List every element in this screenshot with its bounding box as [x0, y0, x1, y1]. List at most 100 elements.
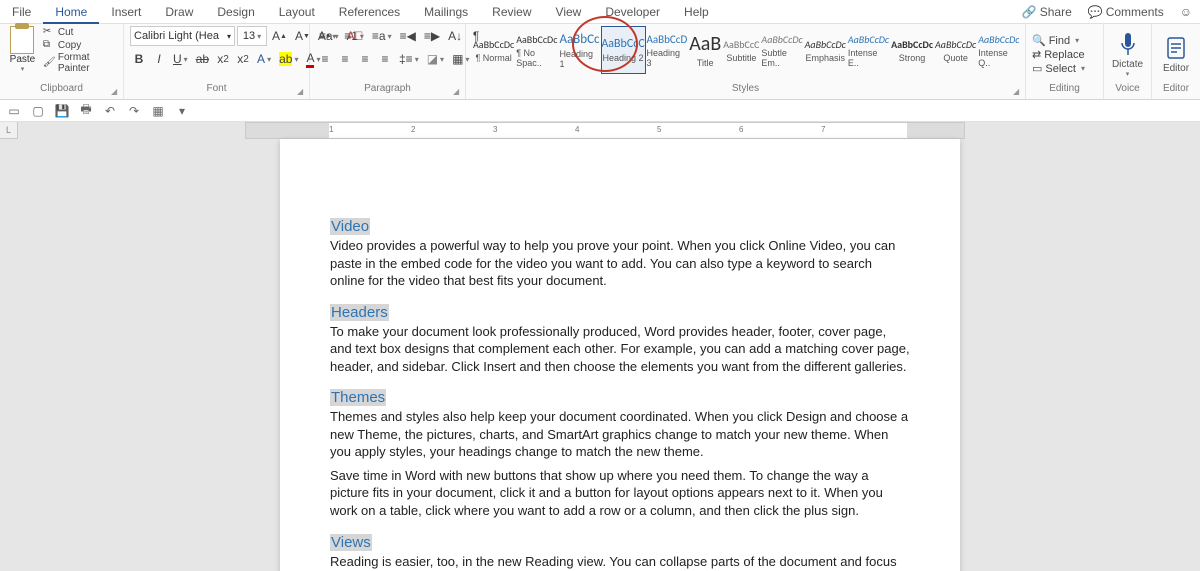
face-icon[interactable]: ☺: [1172, 5, 1200, 19]
indent-dec-button[interactable]: ≡◀: [397, 26, 419, 46]
share-button[interactable]: 🔗Share: [1014, 5, 1080, 19]
page[interactable]: Video Video provides a powerful way to he…: [280, 139, 960, 571]
group-font: Calibri Light (Hea▾ 13 A▲ A▼ Aa A⃠ B I U…: [124, 24, 310, 99]
format-painter-button[interactable]: 🖌Format Painter: [43, 52, 117, 74]
style-heading-1[interactable]: AaBbCcHeading 1: [558, 26, 600, 74]
cut-button[interactable]: ✂Cut: [43, 26, 117, 38]
qat-redo-icon[interactable]: ↷: [126, 103, 142, 119]
highlight-button[interactable]: ab: [276, 49, 301, 69]
style-heading-3[interactable]: AaBbCcDHeading 3: [646, 26, 689, 74]
style---no-spac--[interactable]: AaBbCcDc¶ No Spac..: [515, 26, 558, 74]
indent-inc-button[interactable]: ≡▶: [421, 26, 443, 46]
style-heading-2[interactable]: AaBbCcCHeading 2: [601, 26, 646, 74]
tab-developer[interactable]: Developer: [593, 0, 672, 24]
group-label: Voice: [1110, 83, 1145, 97]
group-label: Font: [130, 83, 303, 97]
font-size-combo[interactable]: 13: [237, 26, 267, 46]
align-center-button[interactable]: ≡: [336, 49, 354, 69]
group-voice: Dictate▾ Voice: [1104, 24, 1152, 99]
copy-button[interactable]: ⧉Copy: [43, 39, 117, 51]
text-effects-button[interactable]: A: [254, 49, 274, 69]
heading-themes[interactable]: Themes: [330, 389, 910, 406]
tab-home[interactable]: Home: [43, 0, 99, 24]
subscript-button[interactable]: x2: [214, 49, 232, 69]
comment-icon: 💬: [1088, 5, 1103, 19]
qat-table-icon[interactable]: ▦: [150, 103, 166, 119]
style-intense-q--[interactable]: AaBbCcDcIntense Q..: [977, 26, 1019, 74]
clipboard-launcher[interactable]: ◢: [111, 87, 121, 97]
font-launcher[interactable]: ◢: [297, 87, 307, 97]
qat-new-icon[interactable]: ▭: [6, 103, 22, 119]
tab-references[interactable]: References: [327, 0, 412, 24]
paragraph-launcher[interactable]: ◢: [453, 87, 463, 97]
body-paragraph[interactable]: Themes and styles also help keep your do…: [330, 408, 910, 461]
superscript-button[interactable]: x2: [234, 49, 252, 69]
select-button[interactable]: ▭Select: [1032, 62, 1085, 75]
justify-button[interactable]: ≡: [376, 49, 394, 69]
tab-review[interactable]: Review: [480, 0, 543, 24]
italic-button[interactable]: I: [150, 49, 168, 69]
document-canvas[interactable]: L 1234567 Video Video provides a powerful…: [0, 122, 1200, 571]
group-label: Clipboard: [6, 83, 117, 97]
shading-button[interactable]: ◪: [424, 49, 447, 69]
document-body[interactable]: Video Video provides a powerful way to he…: [330, 218, 910, 571]
tab-mailings[interactable]: Mailings: [412, 0, 480, 24]
heading-video[interactable]: Video: [330, 218, 910, 235]
tab-insert[interactable]: Insert: [99, 0, 153, 24]
bullets-button[interactable]: ≡•: [316, 26, 339, 46]
body-paragraph[interactable]: To make your document look professionall…: [330, 323, 910, 376]
ribbon: Paste ▾ ✂Cut ⧉Copy 🖌Format Painter Clipb…: [0, 24, 1200, 100]
style-emphasis[interactable]: AaBbCcDcEmphasis: [804, 26, 847, 74]
styles-launcher[interactable]: ◢: [1013, 87, 1023, 97]
style-strong[interactable]: AaBbCcDcStrong: [890, 26, 934, 74]
qat-more-icon[interactable]: ▾: [174, 103, 190, 119]
group-label: Styles: [472, 83, 1019, 97]
grow-font-button[interactable]: A▲: [269, 26, 290, 46]
align-right-button[interactable]: ≡: [356, 49, 374, 69]
body-paragraph[interactable]: Save time in Word with new buttons that …: [330, 467, 910, 520]
line-spacing-button[interactable]: ‡≡: [396, 49, 422, 69]
tab-draw[interactable]: Draw: [153, 0, 205, 24]
align-left-button[interactable]: ≡: [316, 49, 334, 69]
find-button[interactable]: 🔍Find: [1032, 34, 1085, 47]
paste-button[interactable]: Paste ▾: [6, 26, 39, 73]
tab-file[interactable]: File: [0, 0, 43, 24]
qat-undo-icon[interactable]: ↶: [102, 103, 118, 119]
qat-print-icon[interactable]: 🖶: [78, 103, 94, 119]
tab-view[interactable]: View: [544, 0, 594, 24]
strike-button[interactable]: ab: [193, 49, 212, 69]
style-intense-e--[interactable]: AaBbCcDcIntense E..: [847, 26, 890, 74]
bold-button[interactable]: B: [130, 49, 148, 69]
ruler-corner: L: [0, 122, 18, 139]
group-editor: Editor Editor: [1152, 24, 1200, 99]
numbering-button[interactable]: ≡1: [341, 26, 367, 46]
group-label: Editing: [1032, 83, 1097, 97]
tab-help[interactable]: Help: [672, 0, 721, 24]
qat-open-icon[interactable]: ▢: [30, 103, 46, 119]
editor-button[interactable]: Editor: [1158, 35, 1194, 74]
font-family-combo[interactable]: Calibri Light (Hea▾: [130, 26, 235, 46]
tab-design[interactable]: Design: [205, 0, 266, 24]
sort-button[interactable]: A↓: [445, 26, 465, 46]
style-quote[interactable]: AaBbCcDcQuote: [934, 26, 977, 74]
heading-views[interactable]: Views: [330, 534, 910, 551]
style-subtle-em--[interactable]: AaBbCcDcSubtle Em..: [760, 26, 803, 74]
style-title[interactable]: AaBTitle: [688, 26, 722, 74]
comments-button[interactable]: 💬Comments: [1080, 5, 1172, 19]
horizontal-ruler[interactable]: 1234567: [245, 122, 965, 139]
replace-button[interactable]: ⇄Replace: [1032, 48, 1085, 61]
tab-layout[interactable]: Layout: [267, 0, 327, 24]
dictate-button[interactable]: Dictate▾: [1110, 31, 1145, 78]
style---normal[interactable]: AaBbCcDc¶ Normal: [472, 26, 515, 74]
underline-button[interactable]: U: [170, 49, 191, 69]
body-paragraph[interactable]: Video provides a powerful way to help yo…: [330, 237, 910, 290]
body-paragraph[interactable]: Reading is easier, too, in the new Readi…: [330, 553, 910, 571]
quick-access-toolbar: ▭ ▢ 💾 🖶 ↶ ↷ ▦ ▾: [0, 100, 1200, 122]
qat-save-icon[interactable]: 💾: [54, 103, 70, 119]
multilevel-button[interactable]: ≡a: [369, 26, 395, 46]
style-subtitle[interactable]: AaBbCcCSubtitle: [722, 26, 760, 74]
heading-headers[interactable]: Headers: [330, 304, 910, 321]
find-icon: 🔍: [1032, 34, 1046, 47]
cut-icon: ✂: [43, 26, 55, 38]
group-styles: AaBbCcDc¶ NormalAaBbCcDc¶ No Spac..AaBbC…: [466, 24, 1026, 99]
